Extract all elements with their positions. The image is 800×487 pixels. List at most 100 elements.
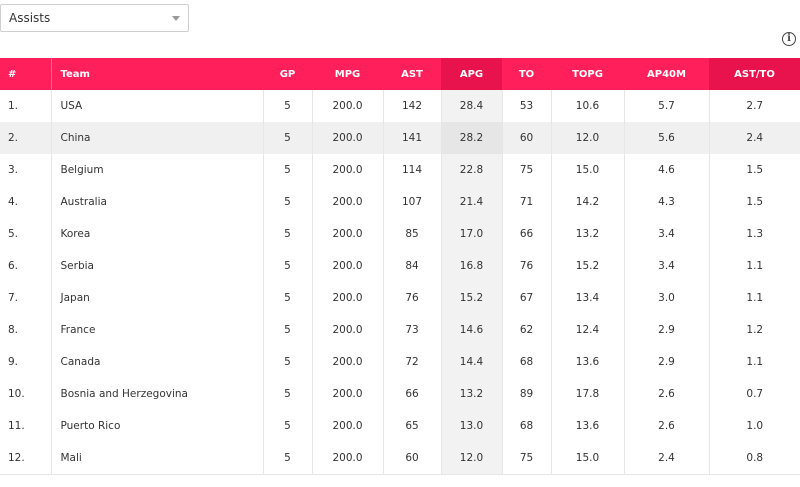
cell-rank: 11. bbox=[0, 410, 52, 442]
cell-rank: 2. bbox=[0, 122, 52, 154]
table-row: 4. Australia 5 200.0 107 21.4 71 14.2 4.3 1.5 bbox=[0, 186, 800, 218]
cell-ast: 107 bbox=[383, 186, 442, 218]
cell-ap40m: 2.9 bbox=[624, 314, 710, 346]
cell-rank: 1. bbox=[0, 90, 52, 122]
table-row: 1. USA 5 200.0 142 28.4 53 10.6 5.7 2.7 bbox=[0, 90, 800, 122]
cell-mpg: 200.0 bbox=[312, 410, 384, 442]
cell-to: 68 bbox=[502, 410, 552, 442]
cell-ap40m: 5.7 bbox=[624, 90, 710, 122]
cell-ast-to: 1.1 bbox=[746, 356, 764, 368]
cell-mpg: 200.0 bbox=[312, 442, 384, 475]
cell-apg: 22.8 bbox=[441, 154, 503, 186]
cell-ast-to: 0.8 bbox=[709, 442, 800, 475]
cell-to: 60 bbox=[502, 122, 552, 154]
cell-ast: 84 bbox=[383, 250, 442, 282]
cell-ast-to: 0.7 bbox=[746, 388, 764, 400]
column-header-ap40m[interactable]: AP40M bbox=[624, 58, 709, 90]
column-header-team[interactable]: Team bbox=[50, 58, 263, 90]
table-row: 8. France 5 200.0 73 14.6 62 12.4 2.9 1.2 bbox=[0, 314, 800, 346]
cell-topg: 15.0 bbox=[551, 442, 625, 475]
column-header-rank[interactable]: # bbox=[0, 58, 51, 90]
cell-topg: 13.2 bbox=[551, 218, 625, 250]
cell-rank: 3. bbox=[0, 154, 52, 186]
column-header-to[interactable]: TO bbox=[502, 58, 551, 90]
cell-ast: 73 bbox=[383, 314, 442, 346]
cell-ap40m: 3.0 bbox=[624, 282, 710, 314]
cell-ap40m: 2.6 bbox=[624, 378, 710, 410]
cell-to: 53 bbox=[502, 90, 552, 122]
cell-mpg: 200.0 bbox=[312, 154, 384, 186]
column-header-gp[interactable]: GP bbox=[263, 58, 312, 90]
cell-topg: 13.6 bbox=[551, 346, 625, 378]
stat-category-select[interactable]: Assists bbox=[0, 4, 189, 32]
cell-mpg: 200.0 bbox=[312, 378, 384, 410]
cell-ast: 66 bbox=[383, 378, 442, 410]
column-header-apg[interactable]: APG bbox=[441, 58, 502, 90]
cell-apg: 13.2 bbox=[441, 378, 503, 410]
cell-team: Japan bbox=[51, 282, 264, 314]
cell-to: 71 bbox=[502, 186, 552, 218]
cell-apg: 16.8 bbox=[441, 250, 503, 282]
cell-team: Puerto Rico bbox=[51, 410, 264, 442]
cell-apg: 14.4 bbox=[441, 346, 503, 378]
cell-ast-to: 2.4 bbox=[709, 122, 800, 154]
cell-ap40m: 4.3 bbox=[624, 186, 710, 218]
cell-gp: 5 bbox=[263, 442, 313, 475]
cell-team: France bbox=[51, 314, 264, 346]
cell-rank: 6. bbox=[0, 250, 52, 282]
cell-ast: 72 bbox=[383, 346, 442, 378]
table-row: 6. Serbia 5 200.0 84 16.8 76 15.2 3.4 1.1 bbox=[0, 250, 800, 282]
cell-to: 66 bbox=[502, 218, 552, 250]
cell-team: China bbox=[51, 122, 264, 154]
table-header-row: # Team GP MPG AST APG TO TOPG AP40M AST/… bbox=[0, 58, 800, 90]
cell-ast: 142 bbox=[383, 90, 442, 122]
cell-gp: 5 bbox=[263, 346, 313, 378]
cell-topg: 17.8 bbox=[551, 378, 625, 410]
cell-gp: 5 bbox=[263, 282, 313, 314]
cell-ap40m: 3.4 bbox=[624, 250, 710, 282]
cell-gp: 5 bbox=[263, 410, 313, 442]
cell-team: Serbia bbox=[51, 250, 264, 282]
cell-to: 68 bbox=[502, 346, 552, 378]
cell-ap40m: 4.6 bbox=[624, 154, 710, 186]
cell-rank: 7. bbox=[0, 282, 52, 314]
cell-apg: 13.0 bbox=[441, 410, 503, 442]
cell-topg: 15.0 bbox=[551, 154, 625, 186]
cell-ast-to: 1.5 bbox=[746, 164, 764, 176]
cell-ap40m: 3.4 bbox=[624, 218, 710, 250]
cell-ast: 85 bbox=[383, 218, 442, 250]
cell-mpg: 200.0 bbox=[312, 90, 384, 122]
cell-gp: 5 bbox=[263, 90, 313, 122]
cell-to: 75 bbox=[502, 442, 552, 475]
cell-mpg: 200.0 bbox=[312, 314, 384, 346]
cell-topg: 12.4 bbox=[551, 314, 625, 346]
cell-apg: 17.0 bbox=[441, 218, 503, 250]
info-icon[interactable]: i bbox=[782, 32, 796, 46]
cell-ast-to: 1.0 bbox=[746, 420, 764, 432]
chevron-down-icon bbox=[172, 16, 180, 21]
cell-ap40m: 5.6 bbox=[624, 122, 710, 154]
cell-apg: 14.6 bbox=[441, 314, 503, 346]
cell-rank: 8. bbox=[0, 314, 52, 346]
column-header-topg[interactable]: TOPG bbox=[551, 58, 624, 90]
cell-to: 89 bbox=[502, 378, 552, 410]
cell-apg: 28.2 bbox=[441, 122, 503, 154]
column-header-ast[interactable]: AST bbox=[383, 58, 441, 90]
cell-ast-to: 1.5 bbox=[746, 196, 764, 208]
cell-rank: 10. bbox=[0, 378, 52, 410]
cell-topg: 14.2 bbox=[551, 186, 625, 218]
column-header-ast-to[interactable]: AST/TO bbox=[709, 58, 800, 90]
table-row: 7. Japan 5 200.0 76 15.2 67 13.4 3.0 1.1 bbox=[0, 282, 800, 314]
cell-team: Belgium bbox=[51, 154, 264, 186]
cell-ast: 114 bbox=[383, 154, 442, 186]
cell-gp: 5 bbox=[263, 154, 313, 186]
cell-mpg: 200.0 bbox=[312, 186, 384, 218]
table-row: 12. Mali 5 200.0 60 12.0 75 15.0 2.4 0.8 bbox=[0, 442, 800, 475]
cell-topg: 15.2 bbox=[551, 250, 625, 282]
cell-team: Korea bbox=[51, 218, 264, 250]
table-row: 11. Puerto Rico 5 200.0 65 13.0 68 13.6 2.6 1.0 bbox=[0, 410, 800, 442]
cell-ast: 65 bbox=[383, 410, 442, 442]
cell-team: Canada bbox=[51, 346, 264, 378]
cell-apg: 21.4 bbox=[441, 186, 503, 218]
column-header-mpg[interactable]: MPG bbox=[312, 58, 383, 90]
